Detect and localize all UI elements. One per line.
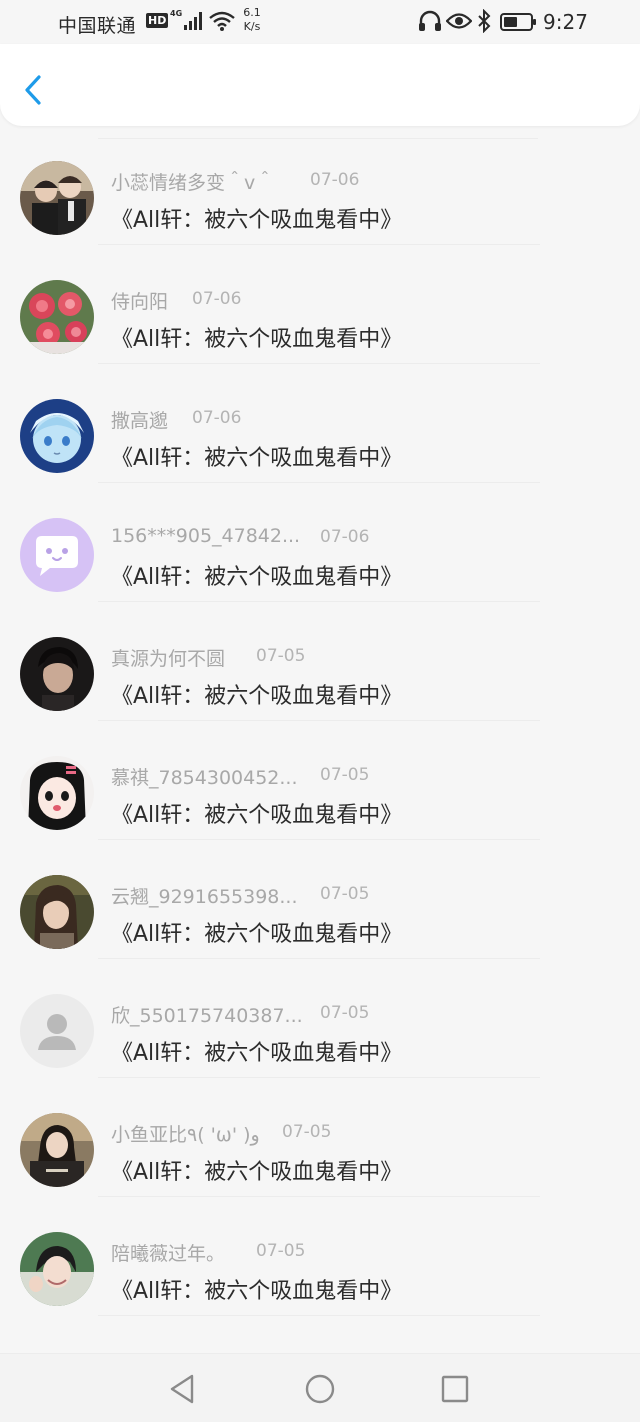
- avatar: [20, 637, 94, 711]
- net-speed-unit: K/s: [243, 20, 261, 33]
- divider: [98, 1315, 540, 1316]
- eye-icon: [446, 13, 472, 29]
- user-name: 欣_550175740387...: [111, 1005, 303, 1027]
- message-text: 《All轩：被六个吸血鬼看中》: [111, 327, 403, 352]
- user-name: 156***905_47842...: [111, 525, 301, 547]
- nav-home-button[interactable]: [303, 1372, 337, 1406]
- date-label: 07-05: [320, 1003, 370, 1023]
- avatar: [20, 756, 94, 830]
- date-label: 07-06: [192, 408, 242, 428]
- chevron-left-icon: [25, 75, 41, 105]
- svg-text:4G: 4G: [170, 9, 182, 18]
- message-text: 《All轩：被六个吸血鬼看中》: [111, 208, 403, 233]
- avatar: [20, 994, 94, 1068]
- list-item[interactable]: 侍向阳 07-06 《All轩：被六个吸血鬼看中》: [0, 245, 640, 364]
- nav-recents-button[interactable]: [438, 1372, 472, 1406]
- list-item[interactable]: 小鱼亚比٩( 'ω' )و 07-05 《All轩：被六个吸血鬼看中》: [0, 1078, 640, 1197]
- avatar: [20, 161, 94, 235]
- message-text: 《All轩：被六个吸血鬼看中》: [111, 1279, 403, 1304]
- date-label: 07-06: [320, 527, 370, 547]
- message-text: 《All轩：被六个吸血鬼看中》: [111, 922, 403, 947]
- net-speed-value: 6.1: [243, 6, 261, 19]
- user-name: 真源为何不圆: [111, 648, 226, 670]
- top-bar: [0, 44, 640, 126]
- user-name: 撒高邈: [111, 410, 169, 432]
- list-item[interactable]: 陪曦薇过年。 07-05 《All轩：被六个吸血鬼看中》: [0, 1197, 640, 1316]
- date-label: 07-05: [256, 646, 306, 666]
- back-button[interactable]: [18, 72, 50, 108]
- avatar: [20, 875, 94, 949]
- message-text: 《All轩：被六个吸血鬼看中》: [111, 565, 403, 590]
- status-bar: 中国联通 HD 4G 6.1 K/s 9:27: [0, 0, 640, 44]
- triangle-back-icon: [170, 1374, 194, 1404]
- net-speed: 6.1 K/s: [241, 6, 263, 34]
- user-name: 侍向阳: [111, 291, 169, 313]
- message-text: 《All轩：被六个吸血鬼看中》: [111, 1160, 403, 1185]
- date-label: 07-06: [310, 170, 360, 190]
- square-recents-icon: [441, 1375, 469, 1403]
- avatar: [20, 518, 94, 592]
- date-label: 07-05: [256, 1241, 306, 1261]
- message-text: 《All轩：被六个吸血鬼看中》: [111, 446, 403, 471]
- date-label: 07-05: [320, 884, 370, 904]
- avatar: [20, 1113, 94, 1187]
- message-text: 《All轩：被六个吸血鬼看中》: [111, 1041, 403, 1066]
- nav-back-button[interactable]: [166, 1372, 200, 1406]
- list-item[interactable]: 慕祺_7854300452... 07-05 《All轩：被六个吸血鬼看中》: [0, 721, 640, 840]
- circle-home-icon: [305, 1374, 335, 1404]
- user-name: 云翘_9291655398...: [111, 886, 298, 908]
- person-icon: [20, 994, 94, 1068]
- avatar: [20, 399, 94, 473]
- headphones-icon: [419, 10, 441, 31]
- message-text: 《All轩：被六个吸血鬼看中》: [111, 803, 403, 828]
- system-nav-bar: [0, 1353, 640, 1422]
- list-item[interactable]: 真源为何不圆 07-05 《All轩：被六个吸血鬼看中》: [0, 602, 640, 721]
- list-item[interactable]: 小蕊情绪多变＾v＾ 07-06 《All轩：被六个吸血鬼看中》: [0, 126, 640, 245]
- message-text: 《All轩：被六个吸血鬼看中》: [111, 684, 403, 709]
- carrier-label: 中国联通: [58, 15, 137, 37]
- list-item[interactable]: 156***905_47842... 07-06 《All轩：被六个吸血鬼看中》: [0, 483, 640, 602]
- avatar: [20, 1232, 94, 1306]
- battery-icon: [500, 13, 536, 31]
- user-name: 小鱼亚比٩( 'ω' )و: [111, 1124, 260, 1146]
- list-item[interactable]: 欣_550175740387... 07-05 《All轩：被六个吸血鬼看中》: [0, 959, 640, 1078]
- list-item[interactable]: 云翘_9291655398... 07-05 《All轩：被六个吸血鬼看中》: [0, 840, 640, 959]
- user-name: 慕祺_7854300452...: [111, 767, 298, 789]
- list-item[interactable]: 撒高邈 07-06 《All轩：被六个吸血鬼看中》: [0, 364, 640, 483]
- signal-icon: 4G: [170, 9, 202, 30]
- hd-badge: HD: [146, 13, 169, 28]
- user-name: 小蕊情绪多变＾v＾: [111, 172, 275, 194]
- date-label: 07-06: [192, 289, 242, 309]
- user-name: 陪曦薇过年。: [111, 1243, 226, 1265]
- clock: 9:27: [543, 10, 588, 34]
- screen: 中国联通 HD 4G 6.1 K/s 9:27 小蕊情绪多变＾v＾ 07-06 …: [0, 0, 640, 1422]
- wifi-icon: [209, 11, 235, 31]
- date-label: 07-05: [282, 1122, 332, 1142]
- avatar: [20, 280, 94, 354]
- date-label: 07-05: [320, 765, 370, 785]
- bluetooth-icon: [478, 9, 491, 33]
